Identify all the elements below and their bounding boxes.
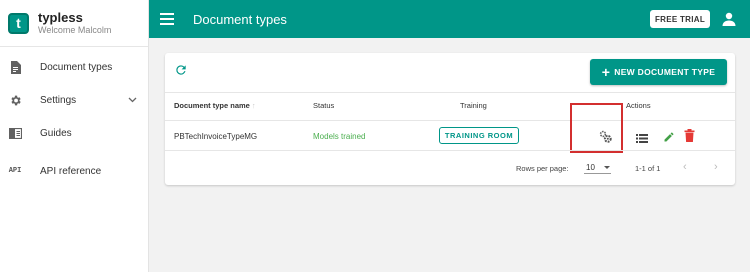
- plus-icon: +: [601, 64, 611, 80]
- free-trial-button[interactable]: FREE TRIAL: [650, 10, 710, 28]
- column-header-status: Status: [313, 101, 335, 110]
- sidebar-item-label: Document types: [40, 61, 113, 73]
- top-app-bar: Document types FREE TRIAL: [149, 0, 750, 38]
- rows-per-page-value: 10: [586, 163, 595, 172]
- gear-icon: [8, 93, 22, 107]
- column-header-name[interactable]: Document type name ↑: [174, 101, 256, 110]
- sidebar-item-label: Settings: [40, 94, 77, 106]
- sidebar-item-api-reference[interactable]: API API reference: [0, 160, 149, 182]
- brand-header: t typless Welcome Malcolm: [0, 0, 148, 47]
- brand-name: typless: [38, 10, 83, 25]
- caret-down-icon: [604, 166, 610, 169]
- new-document-type-label: NEW DOCUMENT TYPE: [614, 67, 716, 77]
- divider: [165, 92, 735, 93]
- typless-logo: t: [8, 12, 29, 34]
- user-icon[interactable]: [722, 12, 736, 26]
- rows-per-page-select[interactable]: 10: [584, 159, 611, 174]
- sidebar-item-label: API reference: [40, 165, 102, 177]
- pagination-range: 1-1 of 1: [635, 164, 661, 173]
- sort-arrow-icon: ↑: [251, 101, 256, 110]
- page-title: Document types: [193, 11, 287, 27]
- sidebar-item-label: Guides: [40, 127, 72, 139]
- highlight-box: [570, 103, 623, 153]
- training-room-button[interactable]: TRAINING ROOM: [439, 127, 519, 144]
- sidebar-item-document-types[interactable]: Document types: [0, 56, 149, 78]
- edit-icon[interactable]: [663, 130, 676, 143]
- chevron-right-icon[interactable]: ›: [714, 161, 718, 173]
- chevron-left-icon[interactable]: ‹: [683, 161, 687, 173]
- sidebar: t typless Welcome Malcolm Document types…: [0, 0, 149, 272]
- welcome-text: Welcome Malcolm: [38, 25, 112, 35]
- brand-text: typless Welcome Malcolm: [38, 11, 111, 35]
- document-type-name: PBTechInvoiceTypeMG: [174, 132, 258, 141]
- sidebar-item-settings[interactable]: Settings: [0, 89, 149, 111]
- document-icon: [8, 60, 22, 74]
- menu-icon[interactable]: [160, 13, 174, 25]
- divider: [165, 120, 735, 121]
- settings-gears-icon[interactable]: [599, 130, 612, 143]
- api-icon-text: API: [8, 167, 22, 175]
- column-header-actions: Actions: [626, 101, 651, 110]
- column-header-label: Document type name: [174, 101, 250, 110]
- delete-icon[interactable]: [684, 129, 697, 142]
- rows-per-page-label: Rows per page:: [516, 164, 569, 173]
- book-icon: [8, 126, 22, 140]
- new-document-type-button[interactable]: + NEW DOCUMENT TYPE: [590, 59, 727, 85]
- refresh-icon[interactable]: [174, 63, 188, 77]
- api-icon: API: [8, 164, 22, 178]
- divider: [165, 150, 735, 151]
- document-types-card: + NEW DOCUMENT TYPE Document type name ↑ …: [165, 53, 735, 185]
- status-badge: Models trained: [313, 132, 366, 141]
- column-header-training: Training: [460, 101, 487, 110]
- sidebar-item-guides[interactable]: Guides: [0, 122, 149, 144]
- chevron-down-icon[interactable]: [128, 95, 137, 106]
- list-icon[interactable]: [636, 131, 649, 144]
